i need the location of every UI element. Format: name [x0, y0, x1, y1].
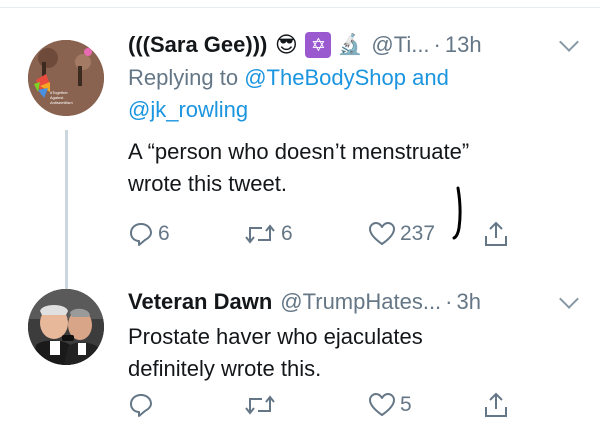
- timestamp[interactable]: 13h: [445, 32, 482, 58]
- tweet-text-line: A “person who doesn’t menstruate”: [128, 139, 470, 164]
- share-icon: [485, 392, 507, 417]
- sunglasses-emoji-icon: 😎: [274, 32, 298, 57]
- display-name[interactable]: Veteran Dawn: [128, 289, 272, 315]
- reply-icon: [130, 223, 152, 246]
- tweet-text-line: definitely wrote this.: [128, 356, 322, 381]
- tweet[interactable]: Veteran Dawn @TrumpHates... · 3h Prostat…: [0, 283, 600, 422]
- reply-prefix: Replying to: [128, 65, 239, 90]
- share-icon: [485, 221, 507, 246]
- tweet-content: (((Sara Gee))) 😎 ✡ 🔬 @Ti... · 13h Replyi…: [128, 18, 586, 200]
- user-handle[interactable]: @TrumpHates...: [280, 289, 441, 315]
- share-button[interactable]: [483, 391, 509, 419]
- tweet-text-line: Prostate haver who ejaculates: [128, 324, 423, 349]
- like-icon: [369, 393, 395, 416]
- tweet-header: Veteran Dawn @TrumpHates... · 3h: [128, 285, 586, 319]
- tweet-text: Prostate haver who ejaculates definitely…: [128, 321, 586, 385]
- like-count: 5: [400, 393, 412, 416]
- like-button[interactable]: 5: [368, 392, 412, 418]
- microscope-emoji-icon: 🔬: [337, 34, 363, 56]
- like-icon: [369, 222, 395, 245]
- timestamp[interactable]: 3h: [457, 289, 481, 315]
- retweet-button[interactable]: [243, 392, 277, 418]
- retweet-button[interactable]: 6: [243, 221, 293, 247]
- avatar[interactable]: [28, 289, 104, 365]
- avatar-caption-3: Antisemitism: [50, 100, 73, 105]
- retweet-icon: [245, 224, 275, 244]
- separator-dot: ·: [445, 289, 453, 314]
- tweet-text-line: wrote this tweet.: [128, 171, 287, 196]
- retweet-icon: [245, 395, 275, 415]
- share-button[interactable]: [483, 220, 509, 248]
- avatar[interactable]: #Together Against Antisemitism: [28, 40, 104, 116]
- chevron-down-icon[interactable]: [559, 289, 579, 309]
- avatar-image: #Together Against Antisemitism: [28, 40, 104, 116]
- display-name[interactable]: (((Sara Gee))): [128, 32, 267, 58]
- chevron-down-icon[interactable]: [559, 32, 579, 52]
- like-button[interactable]: 237: [368, 221, 435, 247]
- avatar-image: [28, 289, 104, 365]
- thread-connector: [65, 130, 68, 298]
- user-handle[interactable]: @Ti...: [371, 32, 429, 58]
- top-divider: [0, 0, 600, 8]
- separator-dot: ·: [433, 32, 441, 57]
- mention-link[interactable]: @jk_rowling: [128, 97, 248, 122]
- like-count: 237: [400, 222, 436, 245]
- star-of-david-emoji-icon: ✡: [305, 32, 332, 58]
- tweet-content: Veteran Dawn @TrumpHates... · 3h Prostat…: [128, 283, 586, 385]
- reply-button[interactable]: 6: [128, 221, 170, 247]
- reply-button[interactable]: [128, 392, 154, 418]
- tweet[interactable]: #Together Against Antisemitism (((Sara G…: [0, 18, 600, 298]
- mention-link[interactable]: @TheBodyShop: [244, 65, 406, 90]
- reply-count: 6: [158, 222, 170, 245]
- retweet-count: 6: [281, 222, 293, 245]
- tweet-text: A “person who doesn’t menstruate” wrote …: [128, 136, 586, 200]
- tweet-actions: 6 6 237: [128, 218, 588, 250]
- replying-to: Replying to @TheBodyShop and @jk_rowling: [128, 62, 586, 126]
- tweet-actions: 5: [128, 389, 588, 421]
- mention-and[interactable]: and: [412, 65, 449, 90]
- tweet-header: (((Sara Gee))) 😎 ✡ 🔬 @Ti... · 13h: [128, 28, 586, 62]
- reply-icon: [130, 394, 152, 417]
